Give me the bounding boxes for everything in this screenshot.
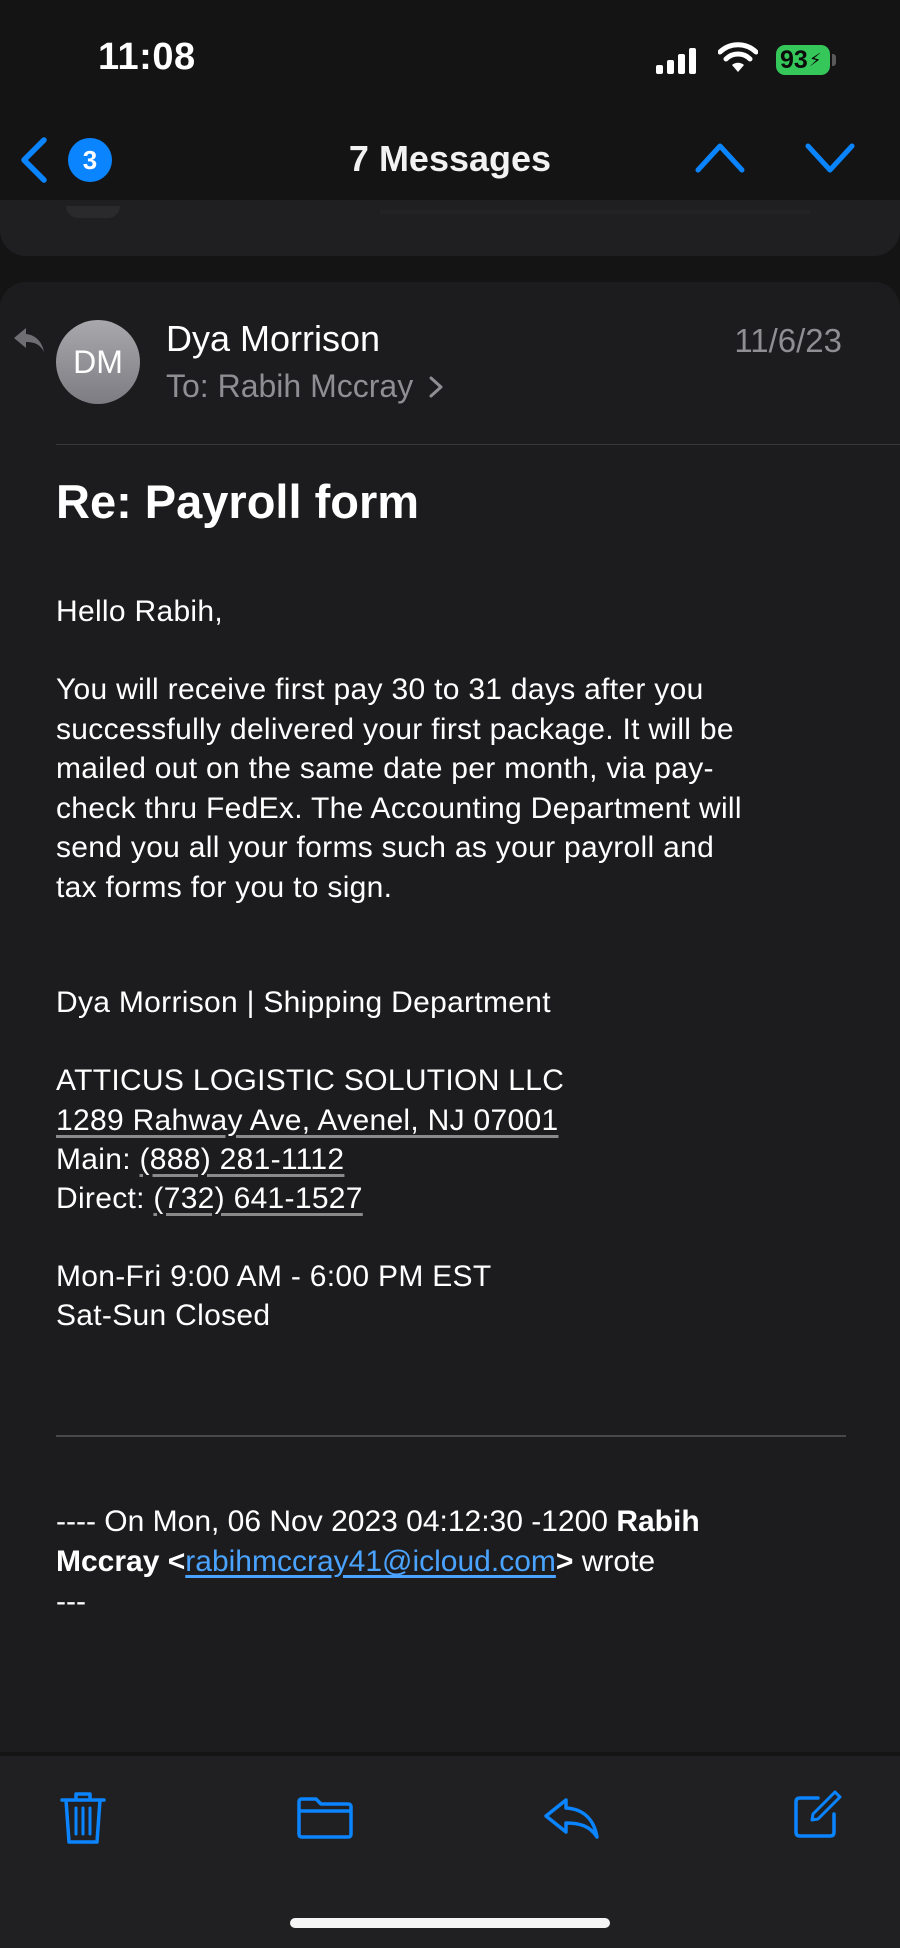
greeting: Hello Rabih, [56, 595, 224, 628]
status-bar: 11:08 93 ⚡ [0, 0, 900, 118]
wifi-icon [718, 42, 758, 72]
status-time: 11:08 [98, 36, 196, 78]
quote-name-first: Rabih [616, 1505, 700, 1538]
avatar[interactable]: DM [56, 320, 140, 404]
direct-phone-link[interactable]: (732) 641-1527 [153, 1182, 362, 1215]
trash-icon[interactable] [60, 1790, 106, 1846]
paragraph-line: mailed out on the same date per month, v… [56, 752, 714, 785]
paragraph-line: successfully delivered your first packag… [56, 712, 734, 746]
battery-tip [832, 54, 836, 66]
charging-bolt-icon: ⚡ [808, 49, 822, 70]
address-line: 1289 Rahway Ave, Avenel, NJ 07001 [56, 1101, 856, 1141]
battery-level: 93 [780, 45, 808, 74]
header-divider [56, 444, 900, 445]
previous-message-card[interactable] [0, 200, 900, 256]
paragraph-line: check thru FedEx. The Accounting Departm… [56, 791, 742, 825]
cellular-signal-icon [656, 48, 696, 74]
previous-text-fragment [380, 210, 810, 214]
paragraph-line: You will receive first pay 30 to 31 days… [56, 673, 704, 706]
to-label: To: [166, 368, 209, 404]
chevron-down-icon[interactable] [804, 140, 856, 176]
chevron-right-icon [429, 376, 443, 398]
reply-indicator-icon [14, 328, 44, 352]
paragraph-line: send you all your forms such as your pay… [56, 831, 715, 864]
quote-gt: > [555, 1545, 574, 1578]
direct-label: Direct: [56, 1182, 145, 1215]
quoted-header: ---- On Mon, 06 Nov 2023 04:12:30 -1200 … [56, 1502, 856, 1622]
battery-indicator: 93 ⚡ [776, 45, 830, 75]
direct-phone-line: Direct: (732) 641-1527 [56, 1179, 856, 1219]
thread-title: 7 Messages [348, 138, 552, 179]
message-subject: Re: Payroll form [56, 475, 420, 528]
main-phone-line: Main: (888) 281-1112 [56, 1140, 856, 1180]
quote-suffix: wrote [581, 1545, 656, 1578]
quote-lt: < [167, 1545, 186, 1578]
compose-icon[interactable] [792, 1790, 842, 1840]
sender-name[interactable]: Dya Morrison [166, 318, 380, 360]
folder-icon[interactable] [296, 1796, 354, 1840]
main-phone-link[interactable]: (888) 281-1112 [140, 1143, 345, 1176]
paragraph-line: tax forms for you to sign. [56, 870, 393, 904]
previous-avatar-fragment [66, 206, 120, 218]
hours-weekend: Sat-Sun Closed [56, 1299, 271, 1332]
company-name: ATTICUS LOGISTIC SOLUTION LLC [56, 1064, 565, 1097]
quote-name-last: Mccray [56, 1545, 160, 1578]
message-paragraph: You will receive first pay 30 to 31 days… [56, 670, 856, 907]
recipient-line[interactable]: To: Rabih Mccray [166, 368, 444, 405]
quote-email-link[interactable]: rabihmccray41@icloud.com [185, 1545, 556, 1578]
quote-prefix: ---- On Mon, 06 Nov 2023 04:12:30 -1200 [56, 1505, 608, 1538]
home-indicator[interactable] [290, 1918, 610, 1928]
recipient-name[interactable]: Rabih Mccray [218, 368, 414, 404]
reply-icon[interactable] [542, 1796, 600, 1840]
chevron-up-icon[interactable] [694, 140, 746, 176]
hours-weekday: Mon-Fri 9:00 AM - 6:00 PM EST [56, 1260, 492, 1293]
main-label: Main: [56, 1143, 131, 1176]
message-date: 11/6/23 [734, 322, 842, 359]
body-divider [56, 1435, 846, 1437]
signature-name: Dya Morrison | Shipping Department [56, 986, 551, 1019]
address-link[interactable]: 1289 Rahway Ave, Avenel, NJ 07001 [56, 1104, 558, 1137]
quote-dashes: --- [56, 1585, 86, 1618]
